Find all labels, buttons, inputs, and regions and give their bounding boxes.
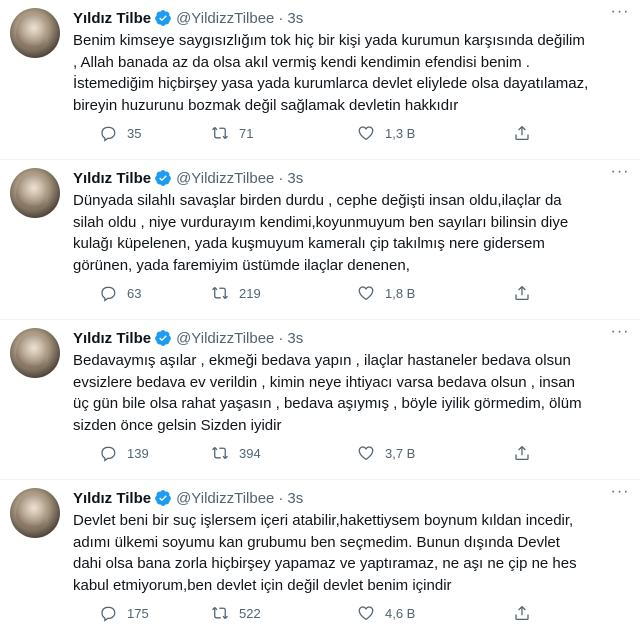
tweet[interactable]: Yıldız Tilbe @YildizzTilbee · 3s ··· Bed… [0,320,640,480]
retweet-count: 522 [239,605,261,621]
tweet[interactable]: Yıldız Tilbe @YildizzTilbee · 3s ··· Dev… [0,480,640,640]
separator-dot: · [278,169,284,187]
timestamp[interactable]: 3s [287,490,303,507]
tweet-header: Yıldız Tilbe @YildizzTilbee · 3s [73,326,630,350]
author-name[interactable]: Yıldız Tilbe [73,330,151,347]
reply-count: 35 [127,125,142,141]
like-button[interactable]: 3,7 B [357,443,415,463]
retweet-icon [212,126,228,140]
retweet-button[interactable]: 219 [211,283,261,303]
reply-icon [101,446,116,462]
retweet-icon [212,446,228,460]
reply-button[interactable]: 63 [99,283,141,303]
avatar[interactable] [10,168,60,218]
like-count: 1,3 B [385,125,416,141]
heart-icon [358,606,374,621]
reply-icon [101,606,116,622]
more-options-icon[interactable]: ··· [610,324,630,346]
heart-icon [358,286,374,301]
like-count: 3,7 B [385,445,416,461]
retweet-icon [212,286,228,300]
author-name[interactable]: Yıldız Tilbe [73,490,151,507]
heart-icon [358,446,374,461]
separator-dot: · [278,489,284,507]
reply-icon [101,126,116,142]
tweet[interactable]: Yıldız Tilbe @YildizzTilbee · 3s ··· Ben… [0,0,640,160]
verified-badge-icon [155,490,171,506]
share-button[interactable] [513,123,531,143]
tweet-text: Bedavaymış aşılar , ekmeği bedava yapın … [73,352,582,434]
author-handle[interactable]: @YildizzTilbee [176,10,274,27]
reply-icon [101,286,116,302]
author-handle[interactable]: @YildizzTilbee [176,170,274,187]
reply-count: 63 [127,285,142,301]
tweet-header: Yıldız Tilbe @YildizzTilbee · 3s [73,486,630,510]
avatar[interactable] [10,328,60,378]
reply-button[interactable]: 139 [99,443,149,463]
timestamp[interactable]: 3s [287,10,303,27]
avatar[interactable] [10,8,60,58]
verified-badge-icon [155,10,171,26]
separator-dot: · [278,329,284,347]
tweet[interactable]: Yıldız Tilbe @YildizzTilbee · 3s ··· Dün… [0,160,640,320]
author-handle[interactable]: @YildizzTilbee [176,490,274,507]
share-icon [515,285,529,301]
retweet-count: 71 [239,125,254,141]
like-button[interactable]: 1,3 B [357,123,415,143]
reply-count: 175 [127,605,149,621]
tweet-actions: 139 394 3,7 B [73,443,630,463]
retweet-count: 219 [239,285,261,301]
like-count: 1,8 B [385,285,416,301]
like-button[interactable]: 4,6 B [357,603,415,623]
share-button[interactable] [513,443,531,463]
reply-button[interactable]: 175 [99,603,149,623]
retweet-button[interactable]: 522 [211,603,261,623]
tweet-text: Benim kimseye saygısızlığım tok hiç bir … [73,32,589,114]
tweet-actions: 175 522 4,6 B [73,603,630,623]
retweet-icon [212,606,228,620]
more-options-icon[interactable]: ··· [610,164,630,186]
share-icon [515,605,529,621]
like-button[interactable]: 1,8 B [357,283,415,303]
tweet-header: Yıldız Tilbe @YildizzTilbee · 3s [73,166,630,190]
verified-badge-icon [155,330,171,346]
timestamp[interactable]: 3s [287,330,303,347]
share-icon [515,445,529,461]
share-button[interactable] [513,283,531,303]
like-count: 4,6 B [385,605,416,621]
retweet-button[interactable]: 394 [211,443,261,463]
tweet-text: Dünyada silahlı savaşlar birden durdu , … [73,192,569,274]
retweet-count: 394 [239,445,261,461]
heart-icon [358,126,374,141]
timestamp[interactable]: 3s [287,170,303,187]
share-icon [515,125,529,141]
reply-button[interactable]: 35 [99,123,141,143]
more-options-icon[interactable]: ··· [610,4,630,26]
share-button[interactable] [513,603,531,623]
author-name[interactable]: Yıldız Tilbe [73,10,151,27]
tweet-actions: 35 71 1,3 B [73,123,630,143]
separator-dot: · [278,9,284,27]
more-options-icon[interactable]: ··· [610,484,630,506]
verified-badge-icon [155,170,171,186]
avatar[interactable] [10,488,60,538]
tweet-actions: 63 219 1,8 B [73,283,630,303]
retweet-button[interactable]: 71 [211,123,253,143]
tweet-text: Devlet beni bir suç işlersem içeri atabi… [73,512,577,594]
tweet-feed: Yıldız Tilbe @YildizzTilbee · 3s ··· Ben… [0,0,640,640]
author-name[interactable]: Yıldız Tilbe [73,170,151,187]
reply-count: 139 [127,445,149,461]
author-handle[interactable]: @YildizzTilbee [176,330,274,347]
tweet-header: Yıldız Tilbe @YildizzTilbee · 3s [73,6,630,30]
